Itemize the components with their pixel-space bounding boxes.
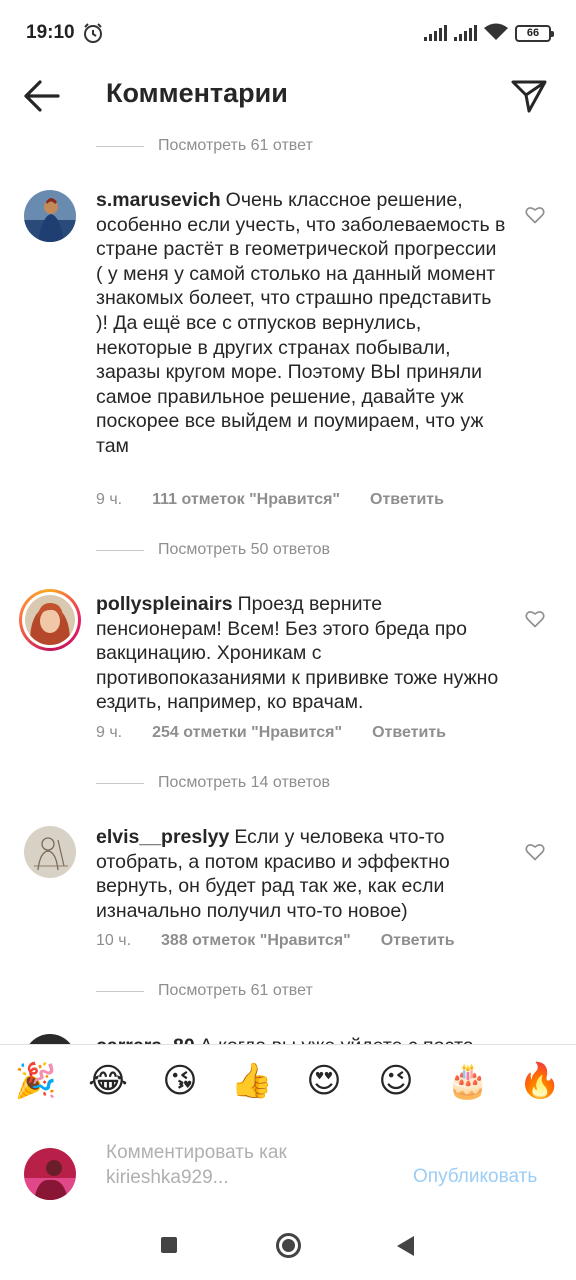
status-bar: 19:10 66 (0, 0, 576, 66)
comment-text: elvis__preslyy Если у человека что-то ото… (96, 825, 508, 923)
header: Комментарии (0, 66, 576, 126)
comment-composer: Комментировать как kirieshka929... Опубл… (0, 1120, 576, 1220)
thumbs-up-emoji[interactable]: 👍 (230, 1061, 274, 1101)
divider-line (96, 145, 144, 147)
comment-username[interactable]: pollyspleinairs (96, 593, 233, 615)
signal-icon (424, 25, 447, 41)
laughing-emoji[interactable]: 😂 (86, 1061, 130, 1101)
status-time: 19:10 (26, 22, 75, 43)
party-popper-emoji[interactable]: 🎉 (14, 1061, 58, 1101)
page-title: Комментарии (106, 78, 288, 108)
likes-count[interactable]: 388 отметок "Нравится" (161, 932, 351, 950)
divider-line (96, 990, 144, 992)
comment-time: 9 ч. (96, 724, 123, 741)
comment-input[interactable]: Комментировать как kirieshka929... (106, 1140, 396, 1190)
heart-icon[interactable] (525, 206, 545, 224)
view-replies-link[interactable]: Посмотреть 61 ответ (96, 971, 313, 1011)
battery-icon: 66 (515, 25, 554, 42)
alarm-icon (84, 23, 102, 43)
cake-emoji[interactable]: 🎂 (446, 1061, 490, 1101)
view-replies-link[interactable]: Посмотреть 61 ответ (96, 126, 313, 166)
comment-time: 9 ч. (96, 491, 123, 508)
emoji-bar: 🎉 😂 😘 👍 😍 😉 🎂 🔥 (0, 1044, 576, 1120)
system-nav-bar (0, 1220, 576, 1280)
paper-plane-icon[interactable] (510, 78, 548, 114)
comment-text: pollyspleinairs Проезд верните пенсионера… (96, 592, 508, 715)
likes-count[interactable]: 111 отметок "Нравится" (152, 491, 340, 509)
back-triangle-icon[interactable] (397, 1236, 414, 1256)
signal-icon (454, 25, 477, 41)
avatar (24, 1148, 76, 1200)
fire-emoji[interactable]: 🔥 (518, 1061, 562, 1101)
comment-meta: 10 ч. 388 отметок "Нравится" Ответить (96, 929, 455, 953)
avatar[interactable] (19, 589, 81, 651)
kiss-emoji[interactable]: 😘 (158, 1061, 202, 1101)
reply-button[interactable]: Ответить (372, 724, 446, 742)
comment-meta: 9 ч. 111 отметок "Нравится" Ответить (96, 488, 444, 512)
likes-count[interactable]: 254 отметки "Нравится" (152, 724, 342, 742)
comment-meta: 9 ч. 254 отметки "Нравится" Ответить (96, 721, 446, 745)
comments-list: Посмотреть 61 ответ s.marusevich Очень кл… (0, 126, 576, 1044)
view-replies-link[interactable]: Посмотреть 14 ответов (96, 763, 330, 803)
comment-username[interactable]: s.marusevich (96, 189, 221, 211)
comment-text: s.marusevich Очень классное решение, особ… (96, 188, 508, 459)
wifi-icon (484, 23, 508, 40)
recents-square-icon[interactable] (161, 1237, 177, 1253)
divider-line (96, 782, 144, 784)
avatar[interactable] (24, 1034, 76, 1044)
heart-icon[interactable] (525, 843, 545, 861)
comment-text: carrera_80 А когда вы уже уйдете с поста (96, 1034, 508, 1044)
publish-button[interactable]: Опубликовать (413, 1166, 537, 1188)
comment-body: А когда вы уже уйдете с поста (200, 1035, 474, 1044)
comment-username[interactable]: carrera_80 (96, 1035, 195, 1044)
heart-eyes-emoji[interactable]: 😍 (302, 1061, 346, 1101)
wink-emoji[interactable]: 😉 (374, 1061, 418, 1101)
avatar[interactable] (24, 826, 76, 878)
divider-line (96, 549, 144, 551)
comment-username[interactable]: elvis__preslyy (96, 826, 229, 848)
view-replies-link[interactable]: Посмотреть 50 ответов (96, 530, 330, 570)
comment-item: carrera_80 А когда вы уже уйдете с поста (0, 1030, 576, 1044)
comment-time: 10 ч. (96, 932, 132, 949)
comment-body: Очень классное решение, особенно если уч… (96, 189, 506, 457)
back-button[interactable] (20, 78, 62, 114)
heart-icon[interactable] (525, 610, 545, 628)
reply-button[interactable]: Ответить (381, 932, 455, 950)
reply-button[interactable]: Ответить (370, 491, 444, 509)
home-circle-icon[interactable] (276, 1233, 301, 1258)
avatar[interactable] (24, 190, 76, 242)
